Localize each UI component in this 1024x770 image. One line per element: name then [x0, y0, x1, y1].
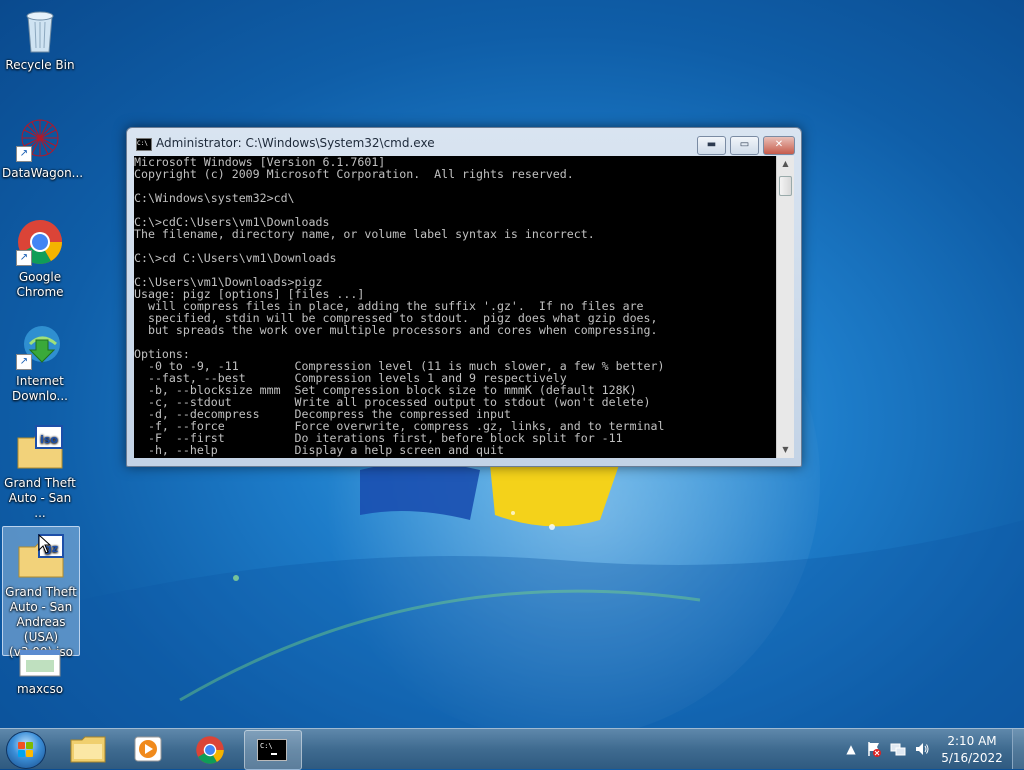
desktop-icon-maxcso[interactable]: maxcso: [2, 640, 78, 700]
vertical-scrollbar[interactable]: ▲ ▼: [776, 156, 794, 458]
maxcso-icon: [16, 648, 64, 678]
console-line: but spreads the work over multiple proce…: [134, 323, 658, 337]
desktop-icon-google-chrome[interactable]: ↗ Google Chrome: [2, 212, 78, 300]
media-player-icon: [134, 736, 162, 762]
mouse-cursor-icon: [38, 534, 52, 554]
clock-time[interactable]: 2:10 AM: [937, 734, 1007, 748]
desktop-icon-label: DataWagon...: [2, 166, 84, 180]
desktop-icon-label: Google Chrome: [16, 270, 64, 299]
chrome-icon: [196, 736, 224, 764]
desktop-icon-label: Recycle Bin: [5, 58, 75, 72]
cmd-icon: C:\: [136, 138, 152, 151]
minimize-button[interactable]: ▬: [697, 136, 726, 155]
maximize-button[interactable]: ▭: [730, 136, 759, 155]
clock-date[interactable]: 5/16/2022: [937, 751, 1007, 765]
svg-text:iso: iso: [40, 433, 58, 446]
taskbar-media-player[interactable]: [120, 730, 176, 768]
svg-text:C:\: C:\: [260, 742, 273, 750]
console-line: Copyright (c) 2009 Microsoft Corporation…: [134, 167, 574, 181]
show-hidden-icons-button[interactable]: ▲: [843, 741, 859, 757]
show-desktop-button[interactable]: [1012, 729, 1024, 769]
taskbar: C:\ ▲ 2:10 AM 5/16/2022: [0, 728, 1024, 770]
recycle-bin-icon: [16, 6, 64, 54]
desktop-icon-recycle-bin[interactable]: Recycle Bin: [2, 0, 78, 73]
start-button[interactable]: [6, 731, 46, 769]
console-line: -h, --help Display a help screen and qui…: [134, 443, 504, 457]
console-line: C:\>cd C:\Users\vm1\Downloads: [134, 251, 337, 265]
iso-file-icon: iso: [16, 424, 64, 472]
chrome-icon: ↗: [16, 218, 64, 266]
window-title: Administrator: C:\Windows\System32\cmd.e…: [156, 136, 435, 150]
desktop-icon-internet-download-manager[interactable]: ↗ Internet Downlo...: [2, 316, 78, 404]
cmd-icon: C:\: [257, 739, 287, 761]
console-output[interactable]: Microsoft Windows [Version 6.1.7601] Copy…: [134, 156, 776, 458]
scroll-thumb[interactable]: [779, 176, 792, 196]
taskbar-chrome[interactable]: [182, 730, 238, 768]
window-titlebar[interactable]: C:\ Administrator: C:\Windows\System32\c…: [127, 128, 801, 156]
desktop-icon-gta-iso-folder[interactable]: iso Grand Theft Auto - San ...: [2, 418, 78, 521]
cmd-window[interactable]: C:\ Administrator: C:\Windows\System32\c…: [126, 127, 802, 467]
scroll-up-arrow-icon[interactable]: ▲: [777, 156, 794, 172]
volume-icon[interactable]: [914, 741, 930, 757]
desktop-icon-datawagon[interactable]: ↗ DataWagon...: [2, 108, 84, 181]
desktop-icon-label: maxcso: [16, 682, 64, 696]
network-icon[interactable]: [890, 741, 906, 757]
internet-download-manager-icon: ↗: [16, 322, 64, 370]
scroll-down-arrow-icon[interactable]: ▼: [777, 442, 794, 458]
desktop-icon-label: Internet Downlo...: [12, 374, 68, 403]
desktop-icon-label: Grand Theft Auto - San ...: [4, 476, 76, 520]
file-explorer-icon: [70, 736, 106, 763]
console-line: C:\Windows\system32>cd\: [134, 191, 295, 205]
taskbar-file-explorer[interactable]: [60, 730, 116, 768]
shortcut-arrow-icon: ↗: [16, 354, 32, 370]
shortcut-arrow-icon: ↗: [16, 250, 32, 266]
action-center-flag-icon[interactable]: [866, 741, 882, 757]
console-line: The filename, directory name, or volume …: [134, 227, 595, 241]
taskbar-cmd[interactable]: C:\: [244, 730, 302, 770]
windows-logo-icon: [18, 742, 34, 758]
close-button[interactable]: ✕: [763, 136, 795, 155]
datawagon-icon: ↗: [16, 114, 64, 162]
shortcut-arrow-icon: ↗: [16, 146, 32, 162]
